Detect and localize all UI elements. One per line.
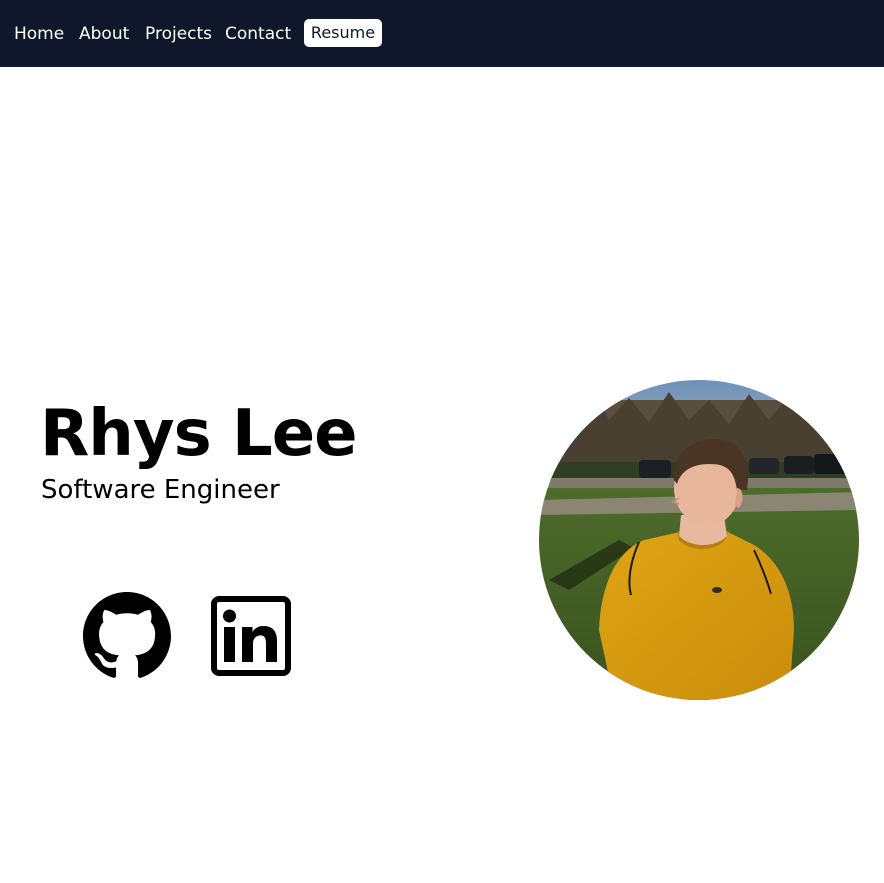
navbar: Home About Projects Contact Resume (0, 0, 884, 67)
github-link[interactable] (82, 592, 172, 680)
hero-title: Software Engineer (41, 475, 280, 505)
linkedin-link[interactable] (211, 596, 291, 676)
nav-projects-link[interactable]: Projects (145, 22, 212, 46)
resume-button[interactable]: Resume (304, 19, 382, 47)
nav-about-link[interactable]: About (79, 22, 129, 46)
profile-photo (539, 380, 859, 700)
github-icon (83, 592, 171, 678)
linkedin-icon (211, 596, 291, 676)
hero-name: Rhys Lee (40, 397, 358, 471)
profile-photo-image (539, 380, 859, 700)
nav-contact-link[interactable]: Contact (225, 22, 291, 46)
nav-home-link[interactable]: Home (14, 22, 64, 46)
